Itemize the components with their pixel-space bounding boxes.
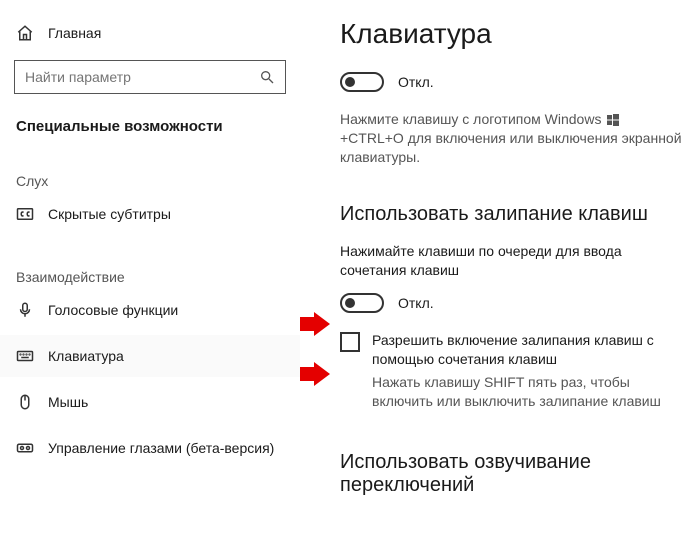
sidebar-item-label: Скрытые субтитры	[48, 206, 171, 222]
keyboard-icon	[16, 347, 34, 365]
page-title: Клавиатура	[340, 18, 682, 50]
sticky-keys-heading: Использовать залипание клавиш	[340, 203, 682, 226]
sidebar-item-eye-control[interactable]: Управление глазами (бета-версия)	[14, 427, 286, 469]
home-icon	[16, 24, 34, 42]
sidebar: Главная Специальные возможности Слух Скр…	[0, 0, 300, 553]
mouse-icon	[16, 393, 34, 411]
annotation-arrow-icon	[300, 362, 330, 386]
toggle-state-label: Откл.	[398, 295, 434, 311]
sticky-keys-toggle[interactable]	[340, 293, 384, 313]
checkbox-hint: Нажать клавишу SHIFT пять раз, чтобы вкл…	[372, 373, 682, 411]
sidebar-item-speech[interactable]: Голосовые функции	[14, 289, 286, 331]
search-field[interactable]	[25, 69, 259, 85]
sidebar-item-label: Голосовые функции	[48, 302, 178, 318]
sticky-keys-desc: Нажимайте клавиши по очереди для ввода с…	[340, 242, 682, 280]
sidebar-section-title: Специальные возможности	[14, 114, 286, 139]
windows-logo-icon	[607, 114, 619, 126]
sticky-keys-shortcut-checkbox[interactable]	[340, 332, 360, 352]
annotation-arrow-icon	[300, 312, 330, 336]
sidebar-item-label: Мышь	[48, 394, 88, 410]
eye-icon	[16, 439, 34, 457]
toggle-keys-heading: Использовать озвучивание переключений	[340, 451, 682, 497]
sidebar-item-mouse[interactable]: Мышь	[14, 381, 286, 423]
toggle-state-label: Откл.	[398, 74, 434, 90]
cc-icon	[16, 205, 34, 223]
onscreen-keyboard-toggle[interactable]	[340, 72, 384, 92]
search-input[interactable]	[14, 60, 286, 94]
group-label-hearing: Слух	[14, 173, 286, 189]
sidebar-item-keyboard[interactable]: Клавиатура	[14, 335, 286, 377]
sidebar-item-label: Клавиатура	[48, 348, 124, 364]
sidebar-item-label: Управление глазами (бета-версия)	[48, 440, 274, 456]
onscreen-keyboard-desc: Нажмите клавишу с логотипом Windows +CTR…	[340, 110, 682, 167]
group-label-interaction: Взаимодействие	[14, 269, 286, 285]
microphone-icon	[16, 301, 34, 319]
search-icon	[259, 69, 275, 85]
nav-home[interactable]: Главная	[14, 18, 286, 52]
nav-home-label: Главная	[48, 25, 101, 41]
sidebar-item-closed-captions[interactable]: Скрытые субтитры	[14, 193, 286, 235]
main-content: Клавиатура Откл. Нажмите клавишу с логот…	[300, 0, 700, 553]
checkbox-label: Разрешить включение залипания клавиш с п…	[372, 331, 682, 369]
